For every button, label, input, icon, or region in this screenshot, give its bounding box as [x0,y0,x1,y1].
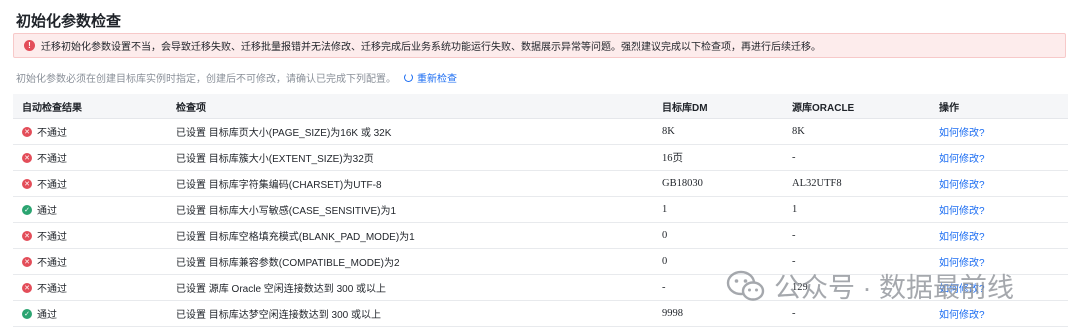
check-item-cell: 已设置 目标库兼容参数(COMPATIBLE_MODE)为2 [167,248,653,275]
check-item-cell: 已设置 目标库空格填充模式(BLANK_PAD_MODE)为1 [167,222,653,249]
result-label: 不通过 [37,180,67,191]
header-item: 检查项 [167,94,653,119]
action-cell: 如何修改? [930,300,1068,327]
status-badge: ✕ 不通过 [22,124,167,139]
table-row: ✕ 不通过 已设置 目标库空格填充模式(BLANK_PAD_MODE)为1 0- 如何修… [13,222,1068,249]
action-cell: 如何修改? [930,274,1068,301]
target-dm-value: 16页 [653,144,783,171]
source-oracle-value: 1 [783,196,930,223]
table-row: ✕ 不通过 已设置 目标库页大小(PAGE_SIZE)为16K 或 32K 8K 8K 如… [13,118,1068,145]
action-cell: 如何修改? [930,144,1068,171]
close-circle-icon: ✕ [22,256,32,267]
status-badge: ✓ 通过 [22,202,167,217]
header-action: 操作 [930,94,1068,119]
how-to-fix-link[interactable]: 如何修改? [939,154,985,165]
check-item-cell: 已设置 目标库页大小(PAGE_SIZE)为16K 或 32K [167,118,653,145]
how-to-fix-link[interactable]: 如何修改? [939,206,985,217]
how-to-fix-link[interactable]: 如何修改? [939,180,985,191]
check-item-cell: 已设置 目标库字符集编码(CHARSET)为UTF-8 [167,170,653,197]
source-oracle-value: - [783,300,930,327]
check-circle-icon: ✓ [22,204,32,215]
result-cell: ✕ 不通过 [13,118,167,145]
hint-row: 初始化参数必须在创建目标库实例时指定，创建后不可修改，请确认已完成下列配置。 重… [16,70,457,85]
result-label: 不通过 [37,258,67,269]
header-target-dm: 目标库DM [653,94,783,119]
recheck-button[interactable]: 重新检查 [404,70,457,85]
close-circle-icon: ✕ [22,178,32,189]
result-cell: ✓ 通过 [13,196,167,223]
status-badge: ✕ 不通过 [22,176,167,191]
source-oracle-value: 8K [783,118,930,145]
result-label: 不通过 [37,284,67,295]
check-item-cell: 已设置 源库 Oracle 空闲连接数达到 300 或以上 [167,274,653,301]
header-result: 自动检查结果 [13,94,167,119]
source-oracle-value: - [783,222,930,249]
header-source-oracle: 源库ORACLE [783,94,930,119]
table-row: ✓ 通过 已设置 目标库达梦空闲连接数达到 300 或以上 9998- 如何修改? [13,300,1068,327]
target-dm-value: - [653,274,783,301]
close-circle-icon: ✕ [22,282,32,293]
page-title: 初始化参数检查 [16,13,122,30]
refresh-icon [404,73,413,82]
target-dm-value: GB18030 [653,170,783,197]
how-to-fix-link[interactable]: 如何修改? [939,128,985,139]
how-to-fix-link[interactable]: 如何修改? [939,232,985,243]
source-oracle-value: - [783,144,930,171]
recheck-label: 重新检查 [417,74,457,85]
check-circle-icon: ✓ [22,308,32,319]
result-label: 通过 [37,310,57,321]
result-cell: ✕ 不通过 [13,222,167,249]
action-cell: 如何修改? [930,196,1068,223]
status-badge: ✕ 不通过 [22,150,167,165]
status-badge: ✕ 不通过 [22,280,167,295]
check-item-cell: 已设置 目标库簇大小(EXTENT_SIZE)为32页 [167,144,653,171]
table-row: ✓ 通过 已设置 目标库大小写敏感(CASE_SENSITIVE)为1 1 1 如何修改? [13,196,1068,223]
source-oracle-value: - [783,248,930,275]
status-badge: ✓ 通过 [22,306,167,321]
check-table: 自动检查结果 检查项 目标库DM 源库ORACLE 操作 ✕ 不通过 已设置 目标库… [13,94,1068,327]
result-cell: ✕ 不通过 [13,274,167,301]
table-header-row: 自动检查结果 检查项 目标库DM 源库ORACLE 操作 [13,94,1068,119]
result-label: 通过 [37,206,57,217]
table-row: ✕ 不通过 已设置 目标库簇大小(EXTENT_SIZE)为32页 16页 - 如何修改? [13,144,1068,171]
source-oracle-value: AL32UTF8 [783,170,930,197]
status-badge: ✕ 不通过 [22,228,167,243]
target-dm-value: 8K [653,118,783,145]
alert-text: 迁移初始化参数设置不当，会导致迁移失败、迁移批量报错并无法修改、迁移完成后业务系… [41,42,821,53]
how-to-fix-link[interactable]: 如何修改? [939,284,985,295]
result-cell: ✓ 通过 [13,300,167,327]
close-circle-icon: ✕ [22,230,32,241]
target-dm-value: 9998 [653,300,783,327]
target-dm-value: 0 [653,222,783,249]
result-cell: ✕ 不通过 [13,248,167,275]
error-icon: ! [24,40,35,51]
target-dm-value: 0 [653,248,783,275]
action-cell: 如何修改? [930,170,1068,197]
status-badge: ✕ 不通过 [22,254,167,269]
table-row: ✕ 不通过 已设置 目标库字符集编码(CHARSET)为UTF-8 GB18030 AL… [13,170,1068,197]
close-circle-icon: ✕ [22,152,32,163]
check-item-cell: 已设置 目标库达梦空闲连接数达到 300 或以上 [167,300,653,327]
result-label: 不通过 [37,154,67,165]
how-to-fix-link[interactable]: 如何修改? [939,258,985,269]
table-row: ✕ 不通过 已设置 目标库兼容参数(COMPATIBLE_MODE)为2 0- 如何修改… [13,248,1068,275]
action-cell: 如何修改? [930,248,1068,275]
hint-text: 初始化参数必须在创建目标库实例时指定，创建后不可修改，请确认已完成下列配置。 [16,74,396,85]
warning-alert: ! 迁移初始化参数设置不当，会导致迁移失败、迁移批量报错并无法修改、迁移完成后业… [13,33,1066,58]
target-dm-value: 1 [653,196,783,223]
how-to-fix-link[interactable]: 如何修改? [939,310,985,321]
result-cell: ✕ 不通过 [13,170,167,197]
source-oracle-value: 129 [783,274,930,301]
result-cell: ✕ 不通过 [13,144,167,171]
action-cell: 如何修改? [930,222,1068,249]
action-cell: 如何修改? [930,118,1068,145]
result-label: 不通过 [37,128,67,139]
result-label: 不通过 [37,232,67,243]
check-item-cell: 已设置 目标库大小写敏感(CASE_SENSITIVE)为1 [167,196,653,223]
close-circle-icon: ✕ [22,126,32,137]
table-row: ✕ 不通过 已设置 源库 Oracle 空闲连接数达到 300 或以上 -129 如何修… [13,274,1068,301]
